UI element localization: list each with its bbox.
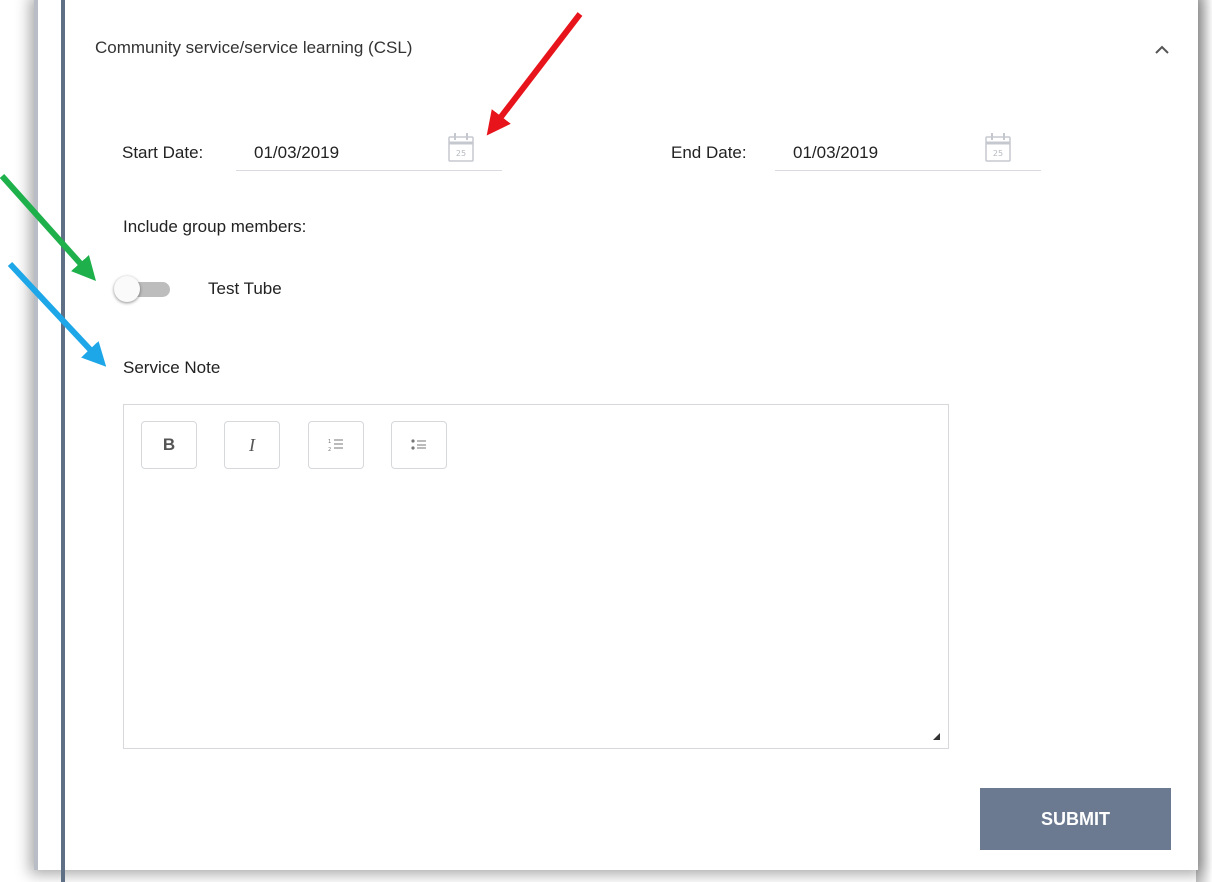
- start-date-label: Start Date:: [122, 143, 204, 162]
- panel-left-edge: [34, 0, 38, 870]
- end-date-field[interactable]: 01/03/2019 25: [775, 130, 1041, 171]
- chevron-up-icon[interactable]: [1152, 40, 1172, 60]
- resize-handle[interactable]: [933, 733, 940, 740]
- end-date-label: End Date:: [671, 143, 747, 162]
- section-title: Community service/service learning (CSL): [95, 38, 413, 57]
- toggle-knob: [114, 276, 140, 302]
- bold-button[interactable]: B: [141, 421, 197, 469]
- svg-text:1: 1: [328, 439, 331, 445]
- service-note-textarea[interactable]: [134, 481, 938, 736]
- submit-button[interactable]: SUBMIT: [980, 788, 1171, 850]
- end-date-calendar-icon[interactable]: 25: [983, 130, 1013, 164]
- bullet-list-button[interactable]: [391, 421, 447, 469]
- svg-text:2: 2: [328, 447, 331, 452]
- service-note-editor: B I 1 2: [123, 404, 949, 749]
- ordered-list-button[interactable]: 1 2: [308, 421, 364, 469]
- service-note-label: Service Note: [123, 358, 221, 377]
- italic-button[interactable]: I: [224, 421, 280, 469]
- start-date-calendar-icon[interactable]: 25: [446, 130, 476, 164]
- include-group-members-label: Include group members:: [123, 217, 307, 236]
- end-calendar-day: 25: [993, 149, 1003, 158]
- panel-shadow: [1196, 0, 1212, 882]
- start-calendar-day: 25: [456, 149, 466, 158]
- ordered-list-icon: 1 2: [328, 439, 343, 452]
- bullet-list-icon: [411, 439, 426, 450]
- end-date-value[interactable]: 01/03/2019: [793, 143, 878, 163]
- start-date-field[interactable]: 01/03/2019 25: [236, 130, 502, 171]
- start-date-value[interactable]: 01/03/2019: [254, 143, 339, 163]
- member-name: Test Tube: [208, 279, 282, 298]
- section-accent-bar: [61, 0, 65, 882]
- member-toggle[interactable]: [112, 276, 174, 302]
